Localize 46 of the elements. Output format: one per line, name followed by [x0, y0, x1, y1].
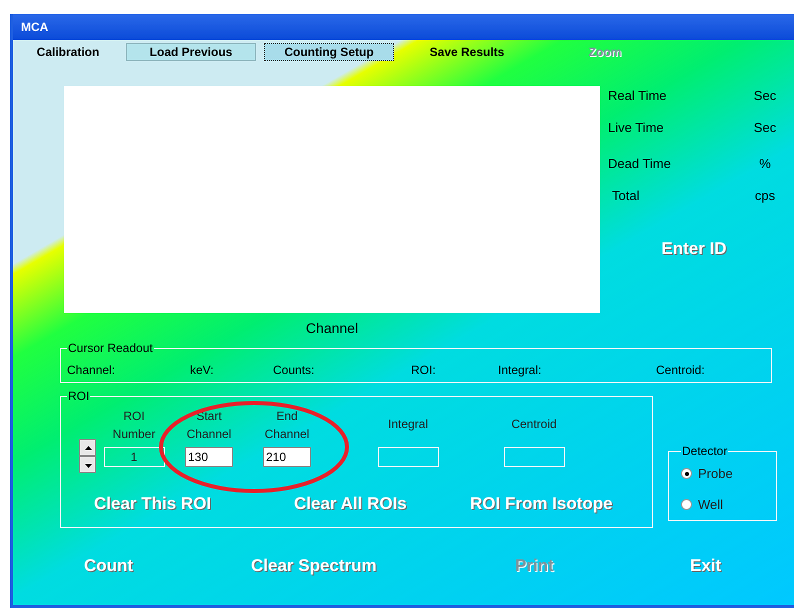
enter-id-button[interactable]: Enter ID — [661, 236, 727, 262]
field-label: Integral — [388, 416, 428, 433]
group-title: Cursor Readout — [67, 340, 154, 357]
roi-button[interactable]: ROI From Isotope — [470, 491, 646, 516]
toolbar-button[interactable]: Load Previous — [126, 43, 256, 61]
readout-label: ROI: — [411, 362, 437, 379]
readout-label: Channel: — [67, 362, 116, 379]
end-channel-input[interactable]: 210 — [263, 447, 311, 467]
field-label: Centroid — [511, 416, 557, 433]
timer-label: Dead Time — [608, 155, 671, 174]
radio-button[interactable] — [681, 498, 692, 510]
roi-spinner[interactable] — [79, 439, 96, 473]
timer-label: Real Time — [608, 87, 667, 106]
roi-number-field: 1 — [104, 447, 164, 467]
readout-label: Integral: — [498, 362, 542, 379]
window-title: MCA — [21, 19, 48, 36]
start-channel-input[interactable]: 130 — [185, 447, 233, 467]
axis-label: Channel — [306, 319, 358, 338]
action-button[interactable]: Count — [84, 553, 251, 578]
toolbar-button[interactable]: Calibration — [18, 43, 118, 61]
action-button[interactable]: Clear Spectrum — [251, 553, 515, 578]
roi-button[interactable]: Clear This ROI — [94, 491, 294, 516]
toolbar-button[interactable]: Counting Setup — [264, 43, 394, 61]
radio-label: Well — [698, 496, 724, 514]
unit-label: cps — [754, 187, 776, 206]
group-title: ROI — [67, 388, 90, 405]
readout-label: Centroid: — [656, 362, 706, 379]
integral-field — [378, 447, 438, 467]
centroid-field — [504, 447, 564, 467]
roi-button[interactable]: Clear All ROIs — [294, 491, 470, 516]
unit-label: Sec — [752, 87, 778, 106]
toolbar-button[interactable]: Save Results — [402, 43, 532, 61]
timer-label: Total — [612, 187, 640, 206]
detector-radio[interactable]: Well — [681, 494, 764, 514]
field-label: End Channel — [264, 408, 310, 443]
detector-radio[interactable]: Probe — [681, 464, 764, 484]
unit-label: Sec — [752, 119, 778, 138]
action-button[interactable]: Exit — [690, 553, 794, 578]
group-title: Detector — [681, 443, 728, 460]
radio-button[interactable] — [681, 468, 692, 480]
readout-label: Counts: — [273, 362, 316, 379]
radio-label: Probe — [698, 465, 733, 483]
timer-label: Live Time — [608, 119, 664, 138]
field-label: ROI Number — [112, 408, 156, 443]
readout-label: keV: — [190, 362, 215, 379]
unit-label: % — [758, 155, 772, 174]
